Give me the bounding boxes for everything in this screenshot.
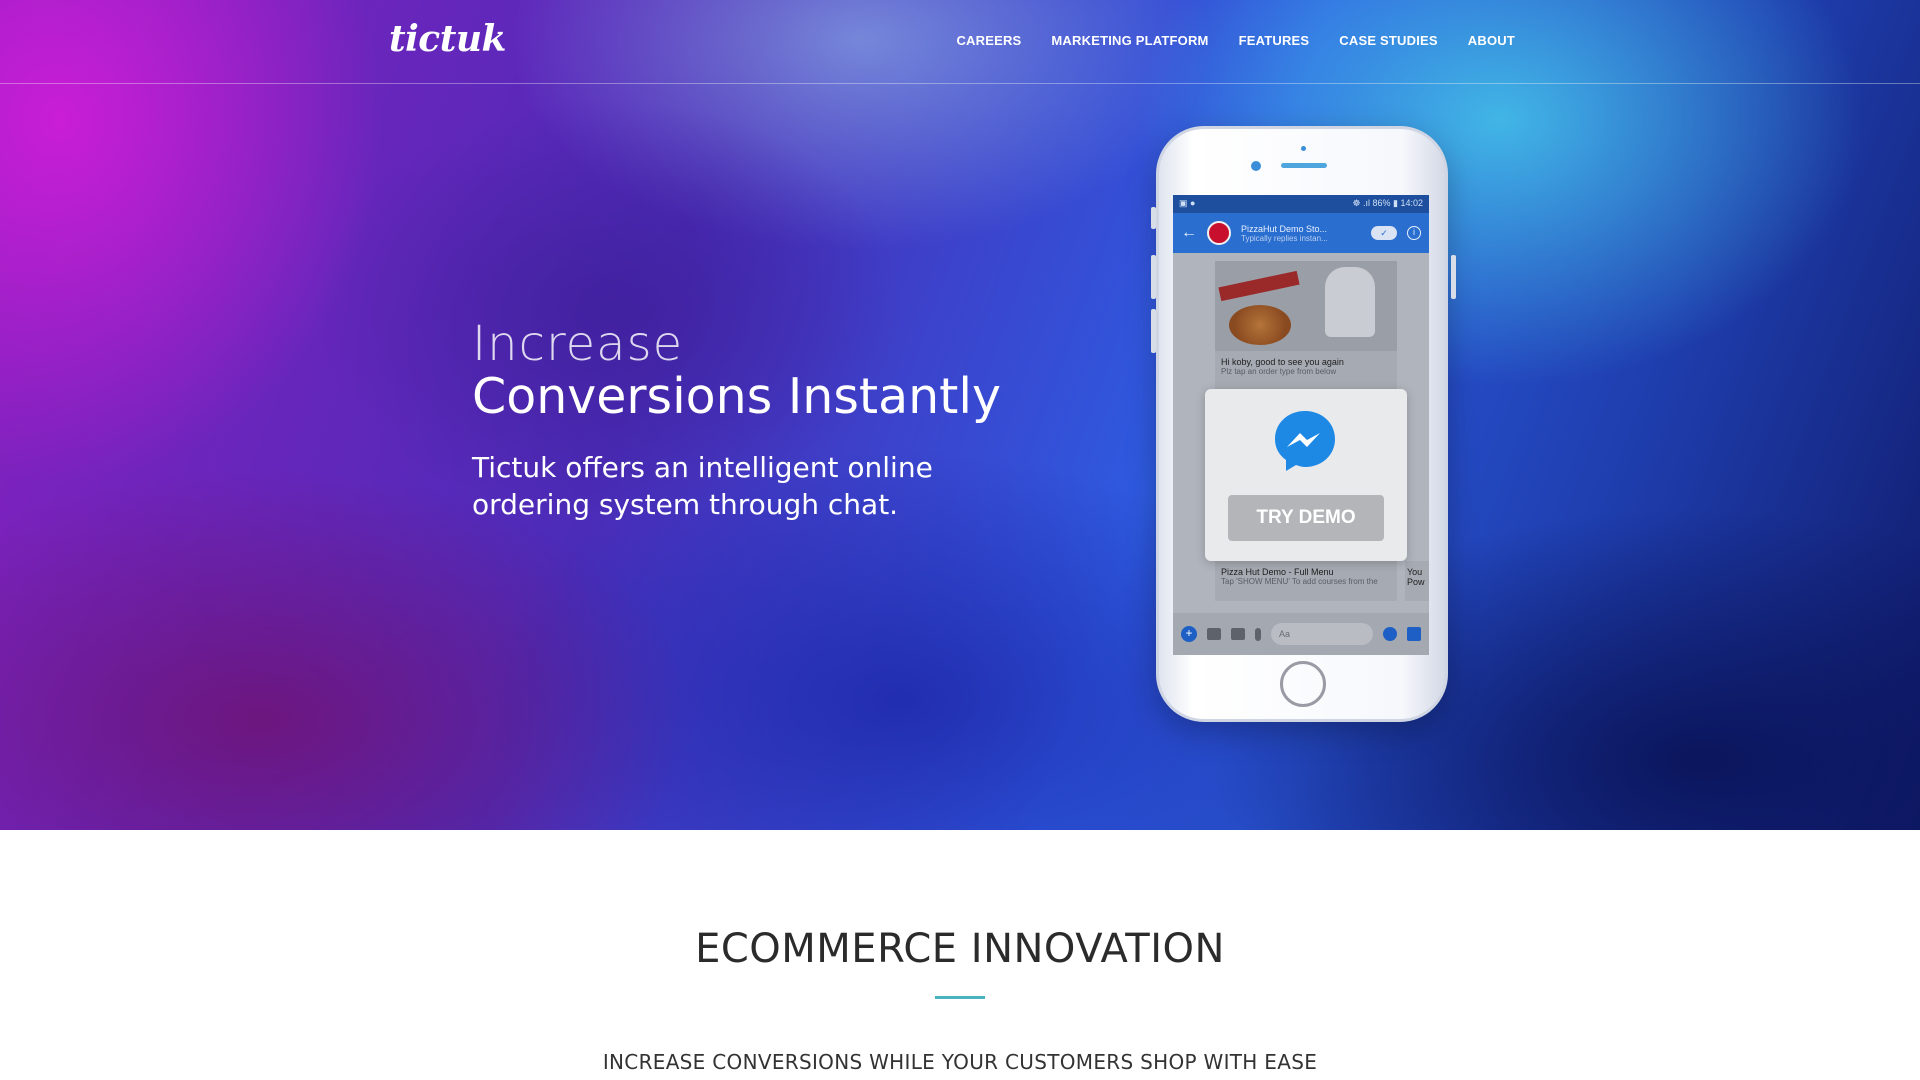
try-demo-button[interactable]: TRY DEMO (1228, 495, 1384, 541)
menu-card: Pizza Hut Demo - Full Menu Tap 'SHOW MEN… (1215, 561, 1397, 601)
check-icon: ✓ (1371, 226, 1397, 240)
section-divider (935, 996, 985, 999)
chat-composer: + Aa (1173, 613, 1429, 655)
hero-subline: Tictuk offers an intelligent online orde… (472, 451, 933, 521)
hero-section: tictuk CAREERS MARKETING PLATFORM FEATUR… (0, 0, 1920, 830)
phone-home-button (1280, 661, 1326, 707)
nav-link-case-studies[interactable]: CASE STUDIES (1339, 33, 1437, 48)
section-subtitle: INCREASE CONVERSIONS WHILE YOUR CUSTOMER… (602, 1050, 1318, 1074)
greeting-subtext: Plz tap an order type from below (1221, 367, 1337, 376)
status-bar-left: ▣ ● (1179, 198, 1196, 208)
pizzahut-avatar (1207, 221, 1231, 245)
section-title: ECOMMERCE INNOVATION (695, 926, 1225, 972)
phone-side-button (1151, 255, 1156, 299)
greeting-message: Hi koby, good to see you again Plz tap a… (1215, 351, 1397, 391)
hero-headline: Conversions Instantly (472, 368, 1001, 425)
phone-camera (1251, 161, 1261, 171)
chat-name: PizzaHut Demo Sto... (1241, 223, 1328, 234)
nav-link-about[interactable]: ABOUT (1468, 33, 1515, 48)
chat-subtitle: Typically replies instan... (1241, 233, 1328, 243)
menu-title: Pizza Hut Demo - Full Menu (1221, 567, 1334, 577)
phone-speaker (1281, 163, 1327, 168)
phone-side-button (1151, 309, 1156, 353)
top-navbar: tictuk CAREERS MARKETING PLATFORM FEATUR… (0, 0, 1920, 84)
phone-screen: ▣ ● ☸ .ıl 86% ▮ 14:02 ← PizzaHut Demo St… (1173, 195, 1429, 655)
phone-status-bar: ▣ ● ☸ .ıl 86% ▮ 14:02 (1173, 195, 1429, 213)
phone-side-button (1151, 207, 1156, 229)
menu-subtitle: Tap 'SHOW MENU' To add courses from the (1221, 577, 1378, 586)
logo[interactable]: tictuk (389, 18, 506, 60)
emoji-icon (1383, 627, 1397, 641)
chat-header: ← PizzaHut Demo Sto... Typically replies… (1173, 213, 1429, 253)
message-input: Aa (1271, 623, 1373, 645)
thumbs-up-icon (1407, 627, 1421, 641)
image-icon (1231, 628, 1245, 640)
chat-title: PizzaHut Demo Sto... Typically replies i… (1241, 224, 1361, 243)
status-bar-right: ☸ .ıl 86% ▮ 14:02 (1352, 198, 1423, 208)
hero-headline-light: Increase (472, 316, 684, 372)
back-arrow-icon: ← (1181, 224, 1197, 241)
menu-card-peek: You Pow (1405, 561, 1429, 601)
camera-icon (1207, 628, 1221, 640)
nav-link-marketing-platform[interactable]: MARKETING PLATFORM (1051, 33, 1208, 48)
promo-image (1215, 261, 1397, 351)
messenger-icon (1275, 411, 1335, 471)
plus-icon: + (1181, 626, 1197, 642)
info-icon: i (1407, 226, 1421, 240)
robot-image (1325, 267, 1375, 337)
nav-link-careers[interactable]: CAREERS (956, 33, 1021, 48)
phone-mockup: ▣ ● ☸ .ıl 86% ▮ 14:02 ← PizzaHut Demo St… (1151, 126, 1456, 722)
nav-link-features[interactable]: FEATURES (1239, 33, 1310, 48)
nav-links: CAREERS MARKETING PLATFORM FEATURES CASE… (956, 33, 1515, 48)
phone-side-button (1451, 255, 1456, 299)
phone-sensor (1301, 146, 1306, 151)
greeting-text: Hi koby, good to see you again (1221, 357, 1344, 367)
promo-banner (1218, 270, 1300, 302)
microphone-icon (1255, 627, 1261, 641)
demo-overlay: TRY DEMO (1205, 389, 1407, 561)
pizza-image (1229, 305, 1291, 345)
